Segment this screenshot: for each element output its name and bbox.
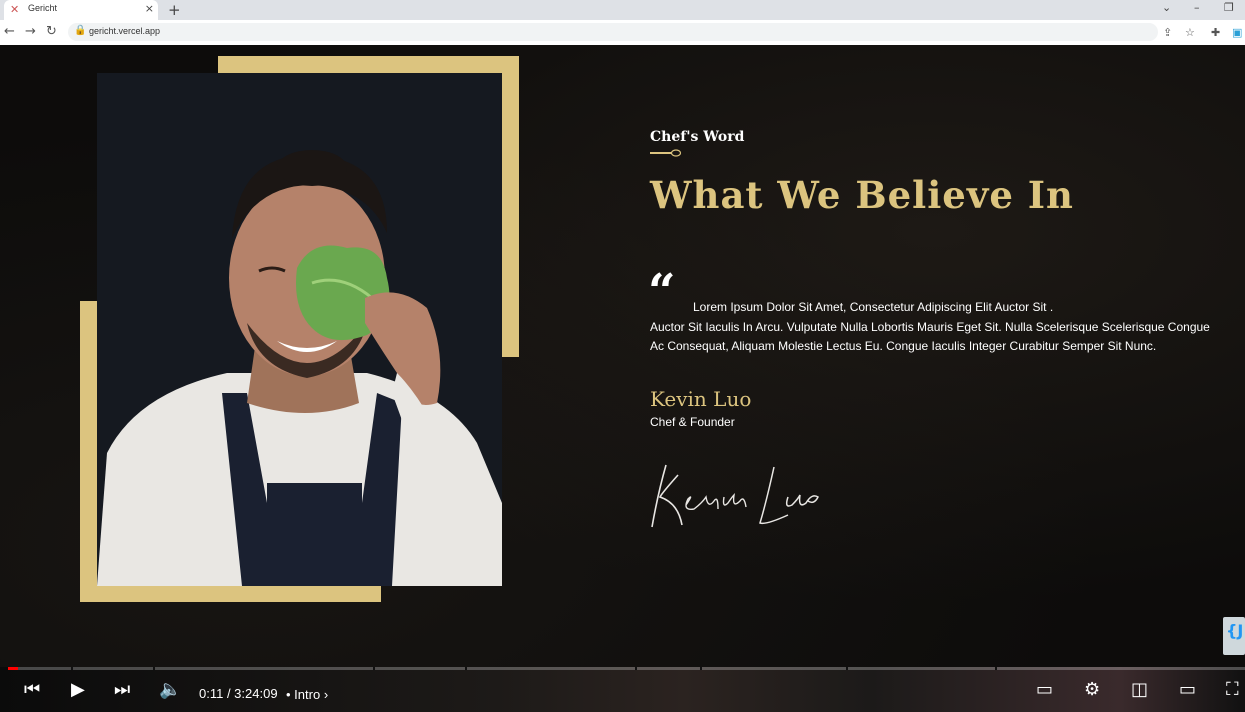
share-icon[interactable]: ⇪: [1163, 26, 1172, 39]
section-subtitle: Chef's Word: [650, 129, 745, 145]
chapter-title[interactable]: • Intro ›: [286, 687, 328, 702]
settings-icon[interactable]: ⚙: [1084, 681, 1100, 699]
next-icon[interactable]: ⏭: [114, 681, 130, 699]
signature-image: [651, 464, 819, 528]
chapter-marker: [635, 667, 637, 670]
browser-tab-strip: ✕ Gericht × + ⌄ – ❐: [0, 0, 1245, 20]
chef-photo: [97, 73, 502, 586]
star-icon[interactable]: ☆: [1185, 26, 1195, 39]
quote-first-line: Lorem Ipsum Dolor Sit Amet, Consectetur …: [693, 300, 1054, 314]
chapter-marker: [153, 667, 155, 670]
video-time: 0:11 / 3:24:09: [199, 686, 278, 701]
restore-icon[interactable]: ❐: [1224, 1, 1234, 14]
minimize-icon[interactable]: –: [1194, 1, 1200, 14]
chapter-marker: [700, 667, 702, 670]
chapter-marker: [71, 667, 73, 670]
profile-icon[interactable]: ▣: [1232, 26, 1242, 39]
channel-watermark[interactable]: {J: [1223, 617, 1245, 655]
previous-icon[interactable]: ⏮: [24, 681, 40, 699]
extensions-icon[interactable]: ✚: [1211, 26, 1220, 39]
video-controls: ⏮ ▶ ⏭ 🔈 0:11 / 3:24:09 • Intro › ▭ ⚙ ◫ ▭…: [0, 667, 1245, 712]
new-tab-icon[interactable]: +: [168, 0, 181, 20]
quote-body: Auctor Sit Iaculis In Arcu. Vulputate Nu…: [650, 320, 1210, 353]
fullscreen-icon[interactable]: ⛶: [1226, 681, 1239, 699]
author-name: Kevin Luo: [650, 387, 752, 411]
reload-icon[interactable]: ↻: [46, 24, 57, 39]
chapter-marker: [995, 667, 997, 670]
quote-icon: “: [648, 264, 676, 320]
theater-icon[interactable]: ▭: [1179, 681, 1196, 699]
progress-fill: [8, 667, 18, 670]
miniplayer-icon[interactable]: ◫: [1131, 681, 1148, 699]
author-role: Chef & Founder: [650, 415, 735, 429]
chapter-marker: [846, 667, 848, 670]
favicon-icon: ✕: [10, 3, 20, 16]
forward-icon[interactable]: →: [25, 24, 36, 39]
play-icon[interactable]: ▶: [71, 681, 85, 699]
section-headline: What We Believe In: [650, 173, 1074, 217]
subtitles-icon[interactable]: ▭: [1036, 681, 1053, 699]
chapter-label: • Intro: [286, 687, 321, 702]
video-progress-bar[interactable]: [8, 667, 1245, 670]
url-text: gericht.vercel.app: [89, 26, 161, 36]
chapter-marker: [373, 667, 375, 670]
back-icon[interactable]: ←: [4, 24, 15, 39]
chapter-chevron-icon: ›: [323, 687, 329, 702]
chef-section: Chef's Word What We Believe In “ Lorem I…: [0, 45, 1245, 667]
close-tab-icon[interactable]: ×: [145, 2, 154, 15]
volume-icon[interactable]: 🔈: [159, 681, 181, 699]
address-bar-row: ← → ↻ 🔒 gericht.vercel.app ⇪ ☆ ✚ ▣: [0, 20, 1245, 46]
tab-search-icon[interactable]: ⌄: [1162, 1, 1171, 14]
chapter-marker: [465, 667, 467, 670]
spoon-icon: [650, 149, 682, 157]
browser-tab[interactable]: ✕ Gericht ×: [4, 0, 158, 20]
address-input[interactable]: 🔒 gericht.vercel.app: [68, 23, 1158, 41]
lock-icon[interactable]: 🔒: [74, 25, 86, 36]
watermark-text: {J: [1226, 621, 1244, 640]
tab-title: Gericht: [28, 3, 58, 13]
